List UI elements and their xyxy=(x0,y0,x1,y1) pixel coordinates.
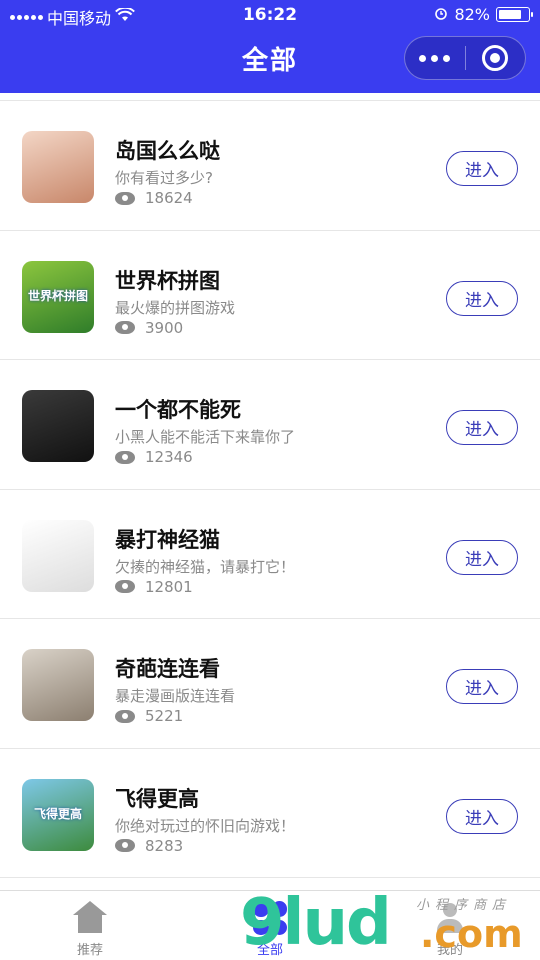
target-icon xyxy=(482,45,509,71)
tab-all[interactable]: 全部 xyxy=(210,901,330,958)
game-description: 欠揍的神经猫，请暴打它！ xyxy=(115,557,296,576)
game-description: 你绝对玩过的怀旧向游戏！ xyxy=(115,816,296,835)
view-count-value: 12801 xyxy=(145,577,193,596)
eye-icon xyxy=(115,580,135,593)
game-thumbnail xyxy=(22,131,94,203)
enter-button[interactable]: 进入 xyxy=(446,539,518,575)
view-count: 18624 xyxy=(115,189,193,207)
status-bar: 中国移动 16:22 82% xyxy=(0,0,540,30)
tab-label: 推荐 xyxy=(76,943,103,958)
game-thumbnail: 飞得更高 xyxy=(22,778,94,851)
eye-icon xyxy=(115,191,135,205)
game-title: 世界杯拼图 xyxy=(115,268,220,293)
view-count: 12801 xyxy=(115,578,193,596)
game-thumbnail: 世界杯拼图 xyxy=(22,260,94,333)
tab-recommend[interactable]: 推荐 xyxy=(30,901,150,958)
view-count-value: 3900 xyxy=(145,318,184,337)
person-icon xyxy=(433,901,467,935)
game-title: 奇葩连连看 xyxy=(115,657,220,681)
eye-icon xyxy=(115,450,135,464)
view-count-value: 18624 xyxy=(145,189,193,207)
list-item[interactable]: 飞得更高 飞得更高 你绝对玩过的怀旧向游戏！ 8283 进入 xyxy=(0,749,540,878)
game-description: 暴走漫画版连连看 xyxy=(115,687,236,705)
tab-bar: 推荐 全部 我的 xyxy=(0,890,540,960)
view-count-value: 12346 xyxy=(145,448,193,466)
game-thumbnail xyxy=(22,649,94,721)
eye-icon xyxy=(115,321,135,334)
view-count-value: 5221 xyxy=(145,707,184,725)
tab-mine[interactable]: 我的 xyxy=(390,901,510,958)
enter-button[interactable]: 进入 xyxy=(446,798,518,834)
enter-button[interactable]: 进入 xyxy=(446,151,518,186)
tab-label: 我的 xyxy=(436,943,463,958)
battery-icon xyxy=(496,7,533,22)
thumbnail-caption: 飞得更高 xyxy=(33,806,82,821)
enter-button[interactable]: 进入 xyxy=(446,669,518,704)
eye-icon xyxy=(115,839,135,852)
game-title: 飞得更高 xyxy=(115,786,199,811)
game-description: 小黑人能不能活下来靠你了 xyxy=(115,428,296,446)
view-count: 8283 xyxy=(115,837,183,855)
game-title: 岛国么么哒 xyxy=(115,139,220,163)
thumbnail-caption: 世界杯拼图 xyxy=(27,288,88,303)
home-icon xyxy=(71,901,109,935)
game-title: 一个都不能死 xyxy=(115,398,241,422)
list-item[interactable]: 奇葩连连看暴走漫画版连连看 5221 进入 xyxy=(0,619,540,749)
list-item[interactable]: 世界杯拼图 世界杯拼图 最火爆的拼图游戏 3900 进入 xyxy=(0,231,540,360)
view-count: 3900 xyxy=(115,319,183,337)
close-mini-program-button[interactable] xyxy=(466,45,526,71)
grid-icon xyxy=(253,901,287,935)
view-count: 12346 xyxy=(115,448,193,466)
mini-program-capsule xyxy=(404,36,526,80)
tab-label: 全部 xyxy=(256,943,283,958)
game-description: 最火爆的拼图游戏 xyxy=(115,298,236,317)
list-top-divider xyxy=(0,93,540,101)
battery-fill xyxy=(499,10,522,19)
app-header: 中国移动 16:22 82% 全部 xyxy=(0,0,540,93)
status-right: 82% xyxy=(434,5,533,24)
enter-button[interactable]: 进入 xyxy=(446,410,518,445)
game-thumbnail xyxy=(22,519,94,592)
view-count: 5221 xyxy=(115,707,183,725)
alarm-icon xyxy=(434,5,448,24)
more-menu-icon[interactable] xyxy=(405,54,465,62)
game-description: 你有看过多少? xyxy=(115,169,213,187)
game-title: 暴打神经猫 xyxy=(115,527,220,552)
game-list: 岛国么么哒 你有看过多少? 18624 进入 世界杯拼图 世界杯拼图 最火爆的拼图游戏 390… xyxy=(0,93,540,878)
list-item[interactable]: 一个都不能死小黑人能不能活下来靠你了 12346 进入 xyxy=(0,360,540,490)
game-thumbnail xyxy=(22,390,94,462)
list-item[interactable]: 岛国么么哒你有看过多少? 18624 进入 xyxy=(0,101,540,231)
eye-icon xyxy=(115,709,135,723)
list-item[interactable]: 暴打神经猫欠揍的神经猫，请暴打它！ 12801 进入 xyxy=(0,490,540,619)
enter-button[interactable]: 进入 xyxy=(446,280,518,316)
battery-percent: 82% xyxy=(454,5,490,24)
view-count-value: 8283 xyxy=(145,836,184,855)
